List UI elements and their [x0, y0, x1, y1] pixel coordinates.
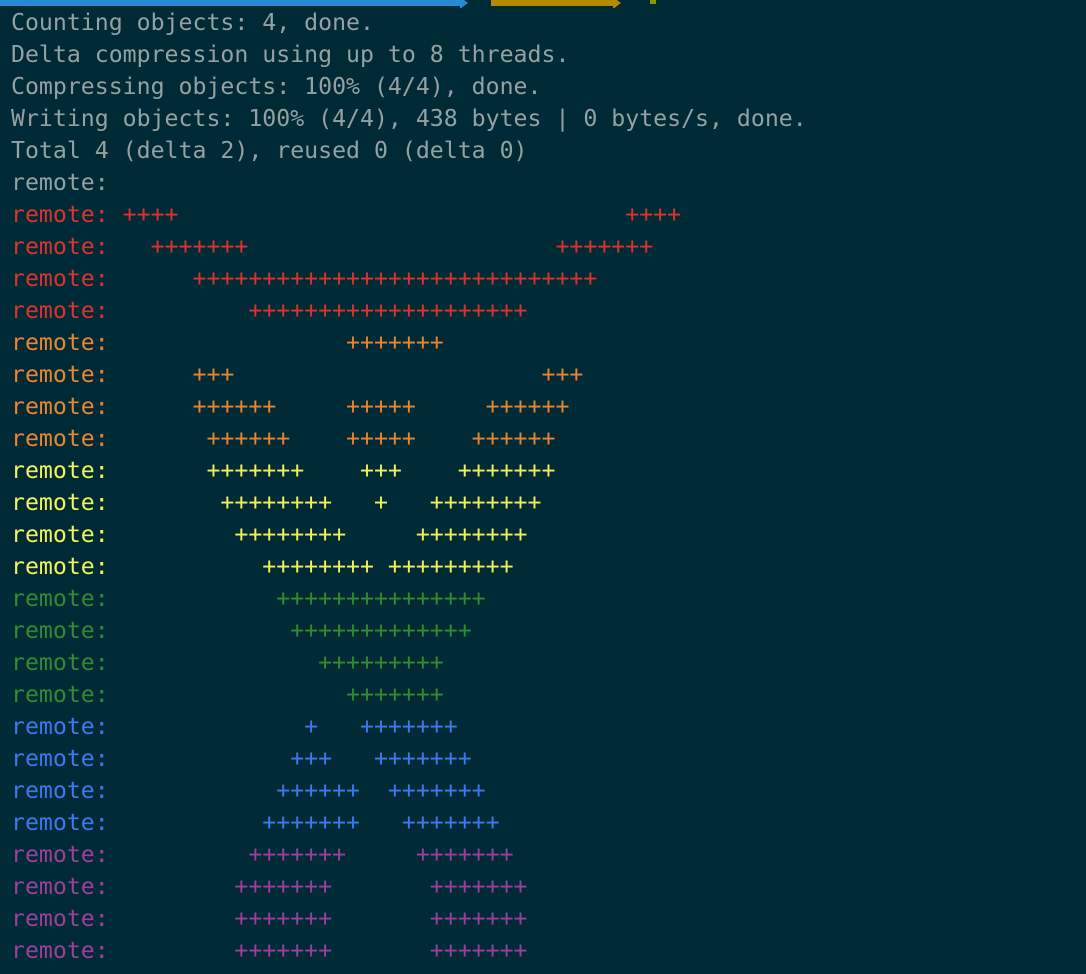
remote-art-line: remote: ++++++++ ++++++++: [11, 521, 528, 548]
remote-art-line: remote: ++++ ++++: [11, 201, 682, 228]
output-line: remote:: [11, 169, 109, 196]
remote-art-line: remote: +++++++++: [11, 649, 444, 676]
terminal-output: Counting objects: 4, done. Delta compress…: [11, 7, 807, 967]
remote-art-line: remote: ++++++++++++++++++++: [11, 297, 528, 324]
remote-art-line: remote: +++++++++++++: [11, 617, 472, 644]
prompt-path-segment: [0, 0, 460, 6]
prompt-branch-segment: [491, 0, 613, 6]
output-line: Counting objects: 4, done.: [11, 9, 374, 36]
remote-art-line: remote: +++++++: [11, 681, 444, 708]
remote-art-line: remote: +++++++ +++++++: [11, 905, 528, 932]
remote-art-line: remote: ++++++++ +++++++++: [11, 553, 514, 580]
remote-art-line: remote: +++++++: [11, 329, 444, 356]
output-line: Total 4 (delta 2), reused 0 (delta 0): [11, 137, 528, 164]
prompt-command-fragment: [650, 0, 656, 4]
remote-art-line: remote: +++++++ +++++++: [11, 873, 528, 900]
remote-art-line: remote: + +++++++: [11, 713, 458, 740]
remote-art-line: remote: +++++++ +++++++: [11, 809, 500, 836]
remote-art-line: remote: ++++++ +++++ ++++++: [11, 393, 570, 420]
terminal-window[interactable]: Counting objects: 4, done. Delta compress…: [0, 0, 1086, 974]
remote-art-line: remote: ++++++++ + ++++++++: [11, 489, 542, 516]
remote-art-line: remote: +++ +++++++: [11, 745, 472, 772]
remote-art-line: remote: +++++++ +++++++: [11, 841, 514, 868]
output-line: Writing objects: 100% (4/4), 438 bytes |…: [11, 105, 807, 132]
remote-art-line: remote: +++++++ +++++++: [11, 233, 654, 260]
remote-art-line: remote: ++++++ +++++ ++++++: [11, 425, 556, 452]
remote-art-line: remote: +++++++ +++++++: [11, 937, 528, 964]
output-line: Delta compression using up to 8 threads.: [11, 41, 570, 68]
remote-art-line: remote: +++++++++++++++: [11, 585, 486, 612]
remote-art-line: remote: ++++++ +++++++: [11, 777, 486, 804]
output-line: Compressing objects: 100% (4/4), done.: [11, 73, 542, 100]
remote-art-line: remote: +++ +++: [11, 361, 584, 388]
remote-art-line: remote: +++++++ +++ +++++++: [11, 457, 556, 484]
remote-art-line: remote: +++++++++++++++++++++++++++++: [11, 265, 598, 292]
